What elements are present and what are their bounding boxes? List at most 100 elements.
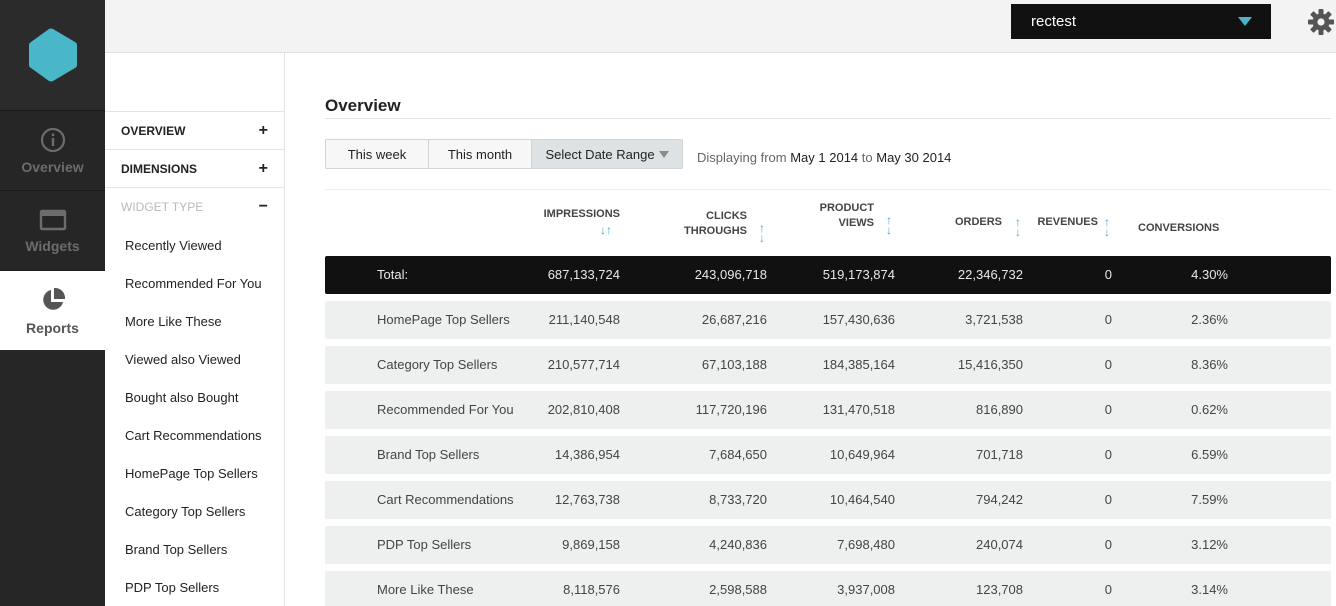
- rail-item-reports[interactable]: Reports: [0, 270, 105, 350]
- conversions-header-label: CONVERSIONS: [1138, 222, 1220, 234]
- panel-spacer: [105, 53, 284, 112]
- widget-item[interactable]: Cart Recommendations: [105, 416, 284, 454]
- date-to-word: to: [861, 150, 873, 165]
- sort-impressions-icon[interactable]: ↓↑: [600, 223, 612, 237]
- section-widget-type[interactable]: WIDGET TYPE −: [105, 188, 284, 226]
- cell-clicks: 26,687,216: [701, 312, 767, 327]
- widget-item[interactable]: Viewed also Viewed: [105, 340, 284, 378]
- tab-select-date-range[interactable]: Select Date Range: [532, 140, 682, 168]
- rail-item-overview[interactable]: Overview: [0, 110, 105, 190]
- row-name: Total:: [377, 267, 409, 282]
- cell-conversions: 6.59%: [1191, 447, 1228, 462]
- cell-views: 3,937,008: [837, 582, 895, 597]
- main-content: Overview This week This month Select Dat…: [325, 53, 1331, 606]
- cell-impressions: 12,763,738: [554, 492, 620, 507]
- column-header-impressions[interactable]: IMPRESSIONS: [520, 207, 620, 222]
- cell-clicks: 7,684,650: [709, 447, 767, 462]
- tab-this-month[interactable]: This month: [429, 140, 532, 168]
- table-row[interactable]: Category Top Sellers 210,577,714 67,103,…: [325, 346, 1331, 384]
- cell-revenues: 0: [1104, 357, 1112, 372]
- section-dimensions-label: DIMENSIONS: [121, 161, 198, 176]
- table-row-total[interactable]: Total: 687,133,724 243,096,718 519,173,8…: [325, 256, 1331, 294]
- cell-views: 131,470,518: [822, 402, 895, 417]
- app-logo[interactable]: [0, 0, 105, 110]
- tab-this-week[interactable]: This week: [326, 140, 429, 168]
- section-dimensions[interactable]: DIMENSIONS +: [105, 150, 284, 188]
- sort-revenues-icon[interactable]: ↑ ↓: [1102, 216, 1112, 239]
- chevron-down-icon: [1238, 17, 1252, 26]
- window-icon: [39, 209, 66, 230]
- account-select[interactable]: rectest: [1011, 4, 1271, 39]
- cell-views: 519,173,874: [822, 267, 895, 282]
- rail-label-widgets: Widgets: [25, 237, 80, 254]
- column-header-orders[interactable]: ORDERS: [902, 215, 1002, 230]
- widget-item[interactable]: HomePage Top Sellers: [105, 454, 284, 492]
- plus-icon[interactable]: +: [259, 122, 268, 140]
- cell-conversions: 7.59%: [1191, 492, 1228, 507]
- minus-icon[interactable]: −: [259, 198, 268, 216]
- date-to: May 30 2014: [876, 150, 952, 165]
- hexagon-logo-icon: [28, 28, 77, 82]
- widget-item[interactable]: PDP Top Sellers: [105, 568, 284, 606]
- sort-down-icon: ↓: [759, 231, 765, 245]
- rail-label-overview: Overview: [21, 158, 84, 175]
- rail-item-widgets[interactable]: Widgets: [0, 190, 105, 270]
- column-header-conversions[interactable]: CONVERSIONS: [1138, 221, 1219, 236]
- rail-label-reports: Reports: [26, 319, 79, 336]
- section-widget-type-label: WIDGET TYPE: [121, 200, 204, 214]
- cell-clicks: 8,733,720: [709, 492, 767, 507]
- widget-item[interactable]: Brand Top Sellers: [105, 530, 284, 568]
- filter-panel: OVERVIEW + DIMENSIONS + WIDGET TYPE − Re…: [105, 53, 285, 606]
- gear-icon[interactable]: [1307, 8, 1335, 36]
- cell-orders: 816,890: [976, 402, 1023, 417]
- cell-orders: 22,346,732: [957, 267, 1023, 282]
- cell-impressions: 9,869,158: [562, 537, 620, 552]
- widget-item[interactable]: Bought also Bought: [105, 378, 284, 416]
- row-name: PDP Top Sellers: [377, 537, 472, 552]
- table-row[interactable]: Recommended For You 202,810,408 117,720,…: [325, 391, 1331, 429]
- table-row[interactable]: More Like These 8,118,576 2,598,588 3,93…: [325, 571, 1331, 606]
- cell-orders: 3,721,538: [965, 312, 1023, 327]
- column-header-revenues[interactable]: REVENUES: [998, 215, 1098, 230]
- cell-orders: 123,708: [976, 582, 1023, 597]
- cell-views: 184,385,164: [822, 357, 895, 372]
- widget-item[interactable]: Category Top Sellers: [105, 492, 284, 530]
- plus-icon[interactable]: +: [259, 160, 268, 178]
- caret-down-icon: [658, 150, 669, 158]
- cell-clicks: 4,240,836: [709, 537, 767, 552]
- row-name: Cart Recommendations: [377, 492, 514, 507]
- row-name: Brand Top Sellers: [377, 447, 480, 462]
- header-divider: [325, 189, 1331, 190]
- cell-clicks: 117,720,196: [695, 402, 767, 417]
- sort-views-icon[interactable]: ↑ ↓: [884, 214, 894, 236]
- column-header-product-views[interactable]: PRODUCT VIEWS: [774, 201, 874, 231]
- cell-impressions: 8,118,576: [563, 582, 620, 597]
- tab-select-date-range-label: Select Date Range: [545, 146, 655, 162]
- displaying-prefix: Displaying from: [697, 150, 787, 165]
- widget-item[interactable]: Recently Viewed: [105, 226, 284, 264]
- table-row[interactable]: HomePage Top Sellers 211,140,548 26,687,…: [325, 301, 1331, 339]
- cell-revenues: 0: [1104, 582, 1112, 597]
- widget-item[interactable]: Recommended For You: [105, 264, 284, 302]
- cell-orders: 794,242: [976, 492, 1023, 507]
- sort-clicks-icon[interactable]: ↑ ↓: [757, 222, 767, 245]
- table-row[interactable]: Brand Top Sellers 14,386,954 7,684,650 1…: [325, 436, 1331, 474]
- column-header-clicks-throughs[interactable]: CLICKS THROUGHS: [645, 209, 747, 239]
- top-bar: rectest: [105, 0, 1336, 53]
- app-root: Overview Widgets Reports rectest OVERVIE…: [0, 0, 1336, 606]
- widget-item[interactable]: More Like These: [105, 302, 284, 340]
- section-overview[interactable]: OVERVIEW +: [105, 112, 284, 150]
- cell-revenues: 0: [1104, 402, 1112, 417]
- clicks-header-line1: CLICKS: [706, 210, 747, 222]
- sort-up-icon: ↑: [606, 223, 612, 237]
- table-row[interactable]: PDP Top Sellers 9,869,158 4,240,836 7,69…: [325, 526, 1331, 564]
- table-row[interactable]: Cart Recommendations 12,763,738 8,733,72…: [325, 481, 1331, 519]
- cell-orders: 240,074: [976, 537, 1023, 552]
- cell-views: 7,698,480: [837, 537, 895, 552]
- cell-revenues: 0: [1104, 312, 1112, 327]
- sort-down-icon: ↓: [1104, 225, 1110, 239]
- clicks-header-line2: THROUGHS: [684, 225, 747, 237]
- pviews-header-line1: PRODUCT: [819, 202, 874, 214]
- cell-orders: 701,718: [976, 447, 1023, 462]
- cell-revenues: 0: [1104, 492, 1112, 507]
